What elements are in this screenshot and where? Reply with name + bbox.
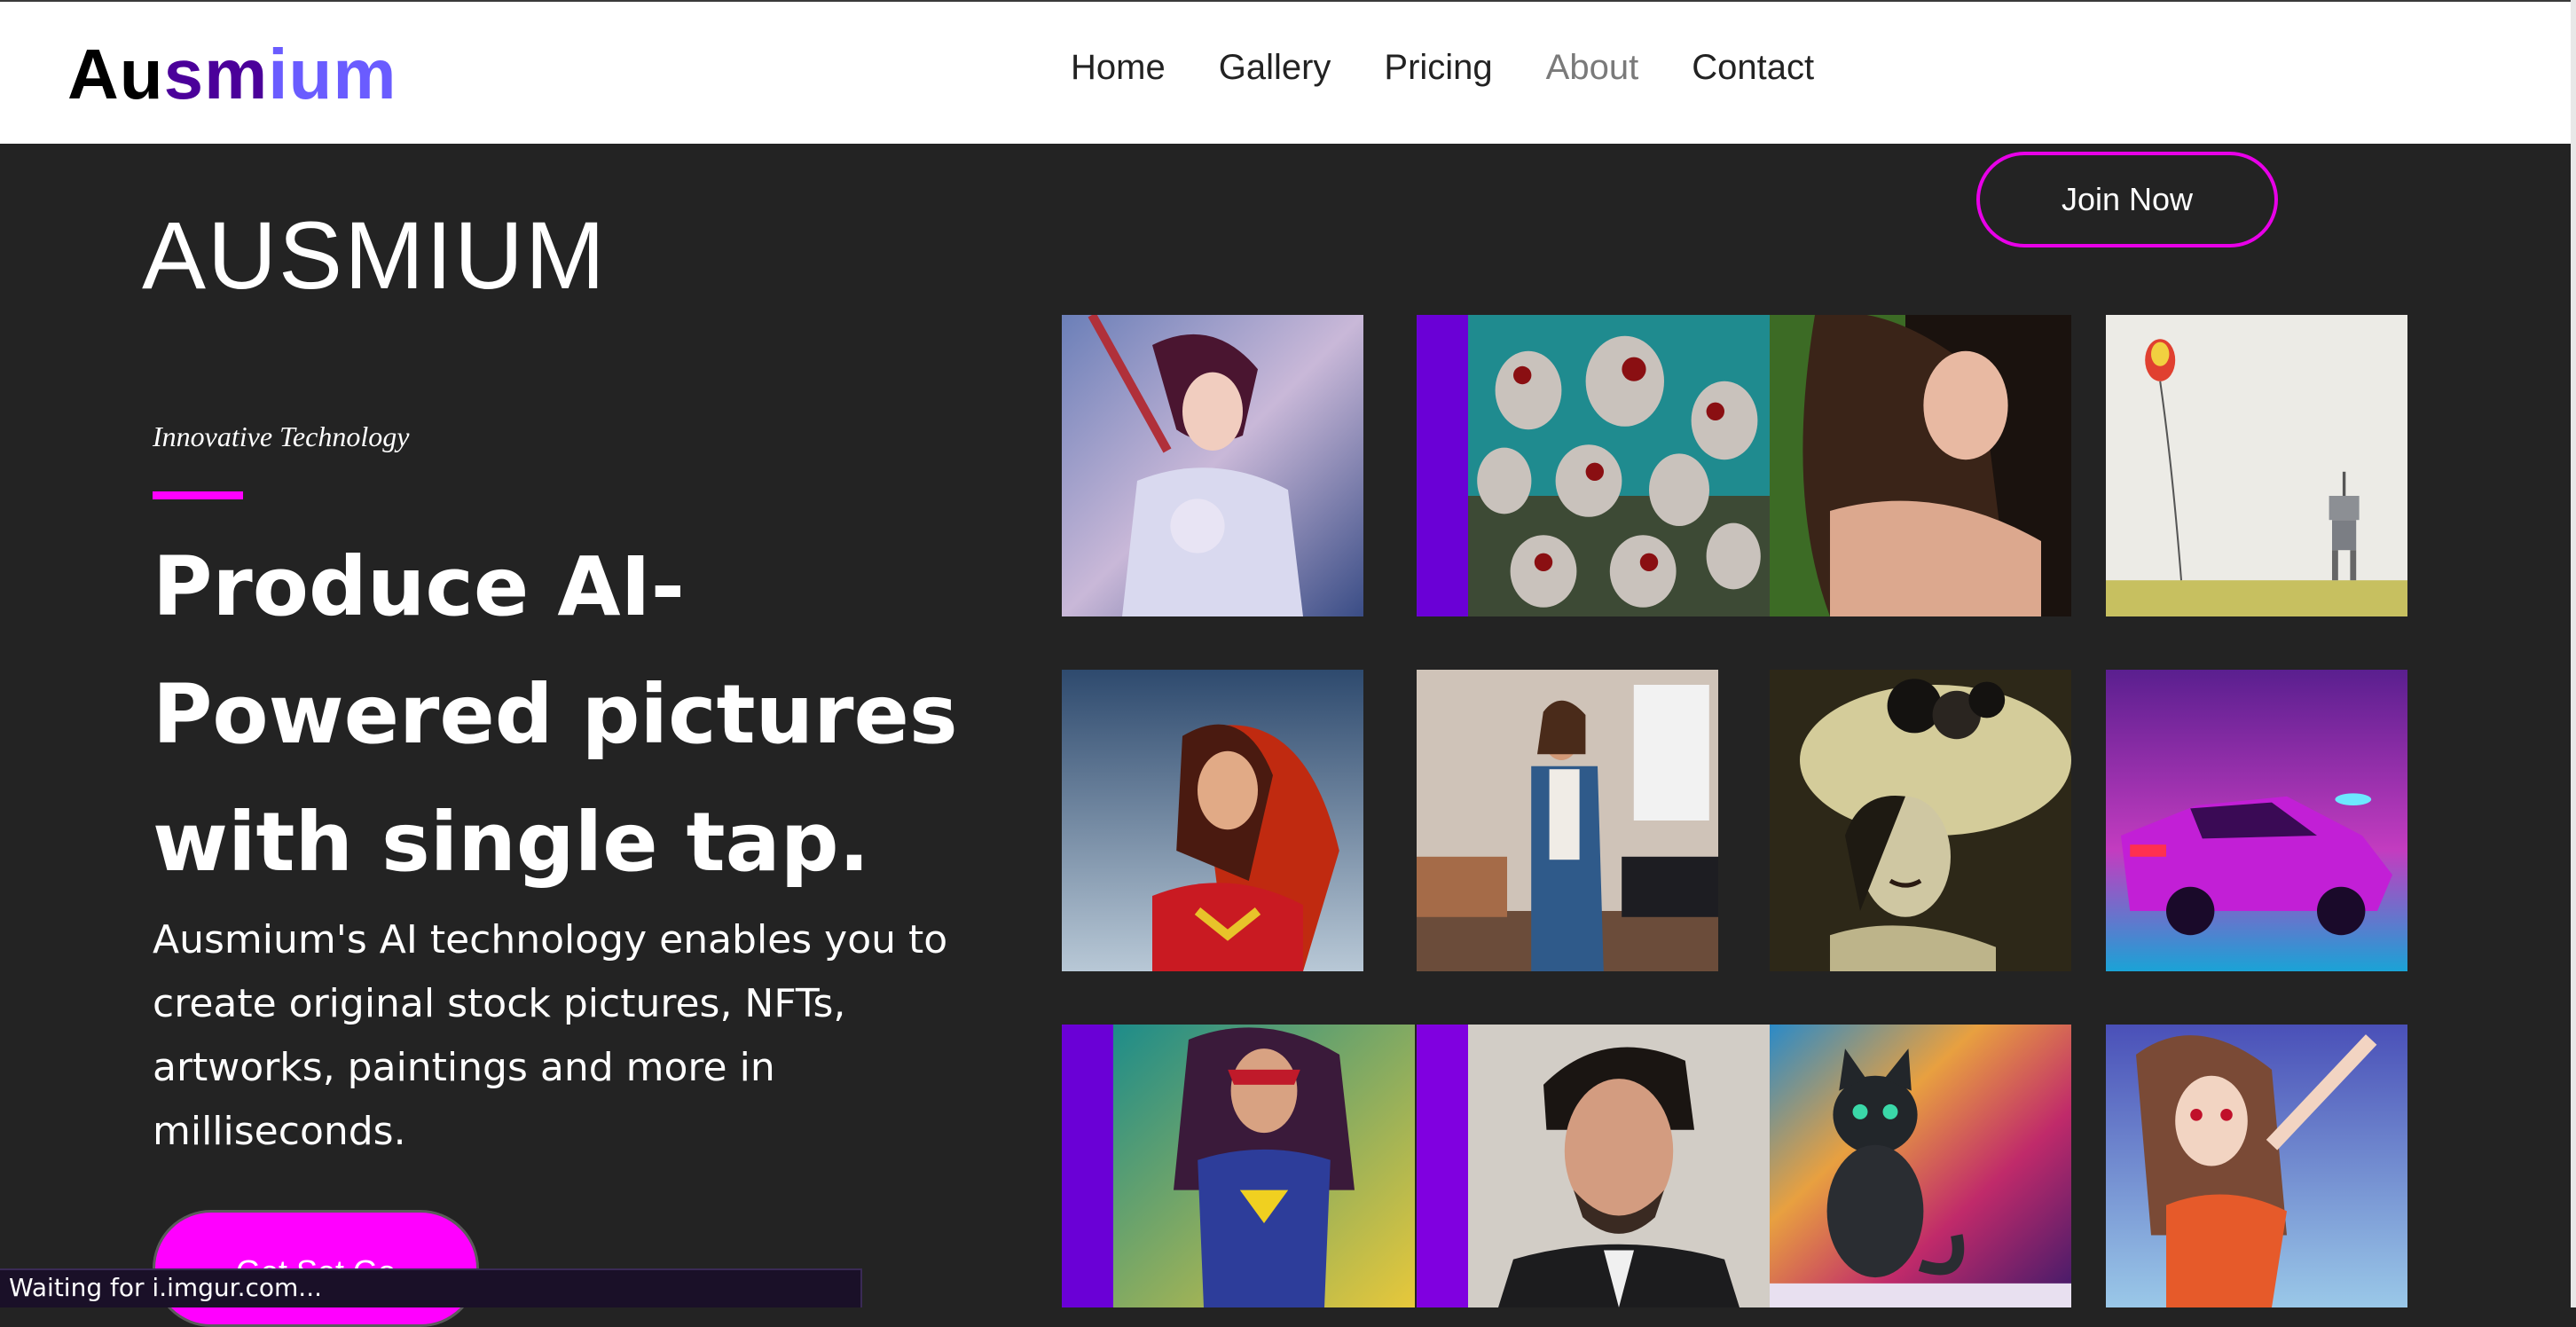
hero-headline: Produce AI-Powered pictures with single … [153, 539, 958, 890]
balloon-robot-image [2106, 315, 2407, 616]
gallery-spacer-purple [1417, 315, 1468, 616]
accent-divider [153, 491, 243, 499]
page-scrollbar[interactable] [2571, 0, 2576, 1307]
red-hair-heroine-image [1062, 670, 1363, 971]
neon-car-image [2106, 670, 2407, 971]
gallery-image-10[interactable] [1468, 1025, 1770, 1307]
anime-girl-sky-image [2106, 1025, 2407, 1307]
nav-gallery-link[interactable]: Gallery [1219, 43, 1331, 92]
vintage-woman-hat-image [1770, 670, 2071, 971]
logo-part-3: ium [268, 35, 397, 114]
main-nav: Home Gallery Pricing About Contact [1071, 43, 1867, 92]
top-navbar: Ausmium Home Gallery Pricing About Conta… [0, 0, 2576, 144]
nav-about-link[interactable]: About [1546, 43, 1639, 92]
zombies-image [1468, 315, 1770, 616]
logo-part-1: Au [67, 35, 164, 114]
browser-status-bar: Waiting for i.imgur.com... [0, 1268, 862, 1307]
gallery-image-4[interactable] [2106, 315, 2407, 616]
nav-pricing-link[interactable]: Pricing [1384, 43, 1492, 92]
gallery-image-2[interactable] [1468, 315, 1770, 616]
man-portrait-image [1468, 1025, 1770, 1307]
gallery-spacer-purple [1417, 1025, 1468, 1307]
gallery-image-8[interactable] [2106, 670, 2407, 971]
gallery-image-9[interactable] [1113, 1025, 1415, 1307]
gallery-image-12[interactable] [2106, 1025, 2407, 1307]
woman-living-room-image [1417, 670, 1718, 971]
galaxy-cat-image [1770, 1025, 2071, 1307]
gallery-image-5[interactable] [1062, 670, 1363, 971]
tagline: Innovative Technology [153, 420, 410, 452]
gallery-image-7[interactable] [1770, 670, 2071, 971]
superhero-woman-image [1113, 1025, 1415, 1307]
nav-contact-link[interactable]: Contact [1692, 43, 1814, 92]
woman-portrait-image [1770, 315, 2071, 616]
logo-part-2: sm [163, 35, 269, 114]
nav-home-link[interactable]: Home [1071, 43, 1166, 92]
anime-warrior-image [1062, 315, 1363, 616]
hero-description: Ausmium's AI technology enables you to c… [153, 917, 948, 1154]
gallery-image-1[interactable] [1062, 315, 1363, 616]
gallery-spacer-purple [1062, 1025, 1113, 1307]
brand-title: AUSMIUM [142, 201, 607, 309]
join-now-button[interactable]: Join Now [1976, 152, 2278, 247]
site-logo[interactable]: Ausmium [67, 30, 397, 119]
gallery-image-11[interactable] [1770, 1025, 2071, 1307]
gallery-image-3[interactable] [1770, 315, 2071, 616]
gallery-image-6[interactable] [1417, 670, 1718, 971]
